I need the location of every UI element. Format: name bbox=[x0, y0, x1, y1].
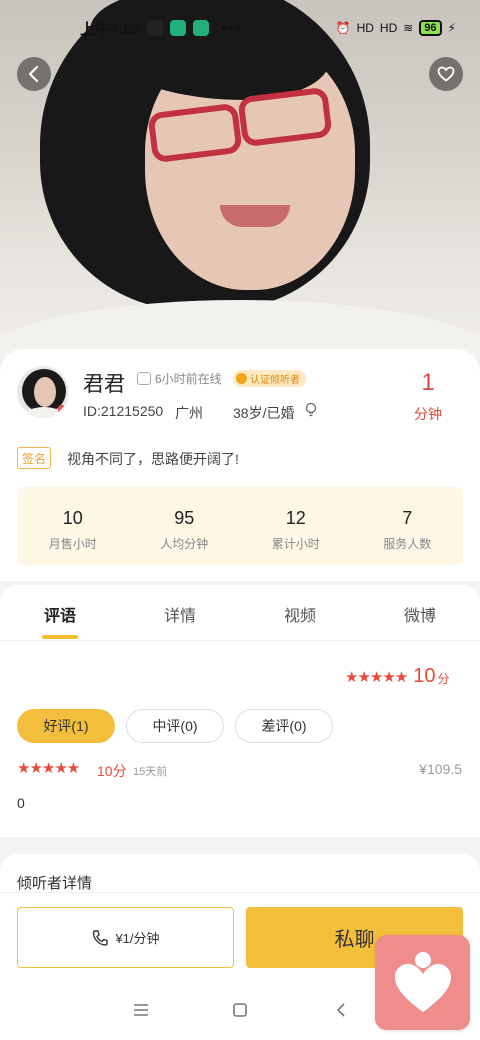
charging-icon: ⚡ bbox=[447, 21, 456, 35]
filter-bad-reviews[interactable]: 差评(0) bbox=[235, 709, 333, 743]
stat-served-users: 7 服务人数 bbox=[352, 487, 464, 565]
rating-unit: 分 bbox=[437, 672, 450, 686]
profile-card: 君君 6小时前在线 认证倾听者 ID:21215250 广州 38岁/已婚 1 … bbox=[0, 349, 480, 581]
reviews-card: 评语 详情 视频 微博 ★★★★★ 10 分 好评(1) 中评(0) 差评(0)… bbox=[0, 585, 480, 837]
review-time: 15天前 bbox=[133, 766, 168, 778]
menu-nav-button[interactable] bbox=[131, 1000, 151, 1020]
online-status-text: 6小时前在线 bbox=[155, 372, 222, 386]
review-stars-icon: ★★★★★ bbox=[17, 760, 80, 777]
avatar[interactable] bbox=[17, 366, 69, 418]
call-button-label: ¥1/分钟 bbox=[115, 931, 160, 946]
tab-bar: 评语 详情 视频 微博 bbox=[0, 585, 480, 641]
stats-panel: 10 月售小时 95 人均分钟 12 累计小时 7 服务人数 bbox=[17, 487, 463, 565]
stat-avg-minutes: 95 人均分钟 bbox=[129, 487, 241, 565]
floating-heart-button[interactable] bbox=[375, 935, 470, 1030]
stat-value: 10 bbox=[62, 508, 83, 528]
call-button[interactable]: ¥1/分钟 bbox=[17, 907, 234, 968]
home-square-icon bbox=[233, 1003, 247, 1017]
listener-name: 君君 bbox=[83, 373, 125, 396]
certification-text: 认证倾听者 bbox=[250, 375, 300, 386]
overall-rating: ★★★★★ 10 分 bbox=[345, 665, 450, 688]
stat-label: 累计小时 bbox=[271, 537, 320, 551]
heart-person-icon bbox=[394, 951, 451, 1012]
stat-label: 月售小时 bbox=[48, 537, 97, 551]
app-shield-icon-2 bbox=[193, 20, 210, 36]
user-city: 广州 bbox=[175, 405, 203, 421]
signature-text: 视角不同了，思路便开阔了! bbox=[67, 451, 239, 467]
home-nav-button[interactable] bbox=[230, 1000, 250, 1020]
tab-details[interactable]: 详情 bbox=[150, 602, 210, 626]
alarm-icon: ⏰ bbox=[335, 21, 351, 35]
filter-medium-reviews[interactable]: 中评(0) bbox=[126, 709, 224, 743]
tab-videos[interactable]: 视频 bbox=[270, 602, 330, 626]
lightbulb-icon bbox=[305, 402, 317, 423]
review-score: 10分 bbox=[97, 763, 127, 779]
online-status: 6小时前在线 bbox=[137, 370, 222, 387]
tab-reviews[interactable]: 评语 bbox=[30, 602, 90, 626]
heart-outline-icon bbox=[437, 66, 455, 82]
signature-tag: 签名 bbox=[17, 447, 51, 469]
star-rating-icon: ★★★★★ bbox=[345, 668, 408, 686]
certification-badge: 认证倾听者 bbox=[233, 370, 306, 387]
review-content: 0 bbox=[17, 795, 25, 811]
user-age-marital: 38岁/已婚 bbox=[233, 405, 295, 421]
wifi-icon: ≋ bbox=[403, 21, 414, 35]
stat-value: 95 bbox=[174, 508, 195, 528]
qq-icon bbox=[147, 20, 164, 36]
stat-label: 服务人数 bbox=[383, 537, 432, 551]
back-triangle-icon bbox=[336, 1003, 345, 1017]
filter-good-reviews[interactable]: 好评(1) bbox=[17, 709, 115, 743]
menu-icon bbox=[134, 1004, 148, 1016]
status-time: 上午7:59 bbox=[80, 20, 141, 38]
back-button[interactable] bbox=[17, 57, 51, 91]
price-unit: 分钟 bbox=[414, 406, 442, 422]
signal-icon-2: HD bbox=[379, 21, 398, 35]
tab-weibo[interactable]: 微博 bbox=[390, 602, 450, 626]
online-status-icon bbox=[137, 372, 151, 385]
app-shield-icon bbox=[170, 20, 187, 36]
battery-icon: 96 bbox=[419, 20, 442, 36]
favorite-button[interactable] bbox=[429, 57, 463, 91]
more-notifications-icon: ••• bbox=[221, 19, 243, 37]
stat-value: 7 bbox=[402, 508, 413, 528]
signal-icon: HD bbox=[356, 21, 374, 35]
stat-monthly-hours: 10 月售小时 bbox=[17, 487, 129, 565]
certified-icon bbox=[236, 373, 247, 384]
status-bar: 上午7:59 ••• ⏰ HD HD ≋ 96 ⚡ bbox=[0, 0, 480, 56]
active-tab-indicator bbox=[42, 635, 78, 639]
chevron-left-icon bbox=[28, 66, 39, 82]
price-value: 1 bbox=[421, 369, 435, 396]
section-title: 倾听者详情 bbox=[17, 875, 93, 892]
stat-value: 12 bbox=[285, 508, 306, 528]
user-id: ID:21215250 bbox=[83, 403, 164, 419]
back-nav-button[interactable] bbox=[331, 1000, 351, 1020]
stat-total-hours: 12 累计小时 bbox=[240, 487, 352, 565]
phone-icon bbox=[93, 929, 109, 946]
review-price: ¥109.5 bbox=[419, 761, 462, 777]
stat-label: 人均分钟 bbox=[160, 537, 209, 551]
rating-score: 10 bbox=[413, 665, 436, 687]
